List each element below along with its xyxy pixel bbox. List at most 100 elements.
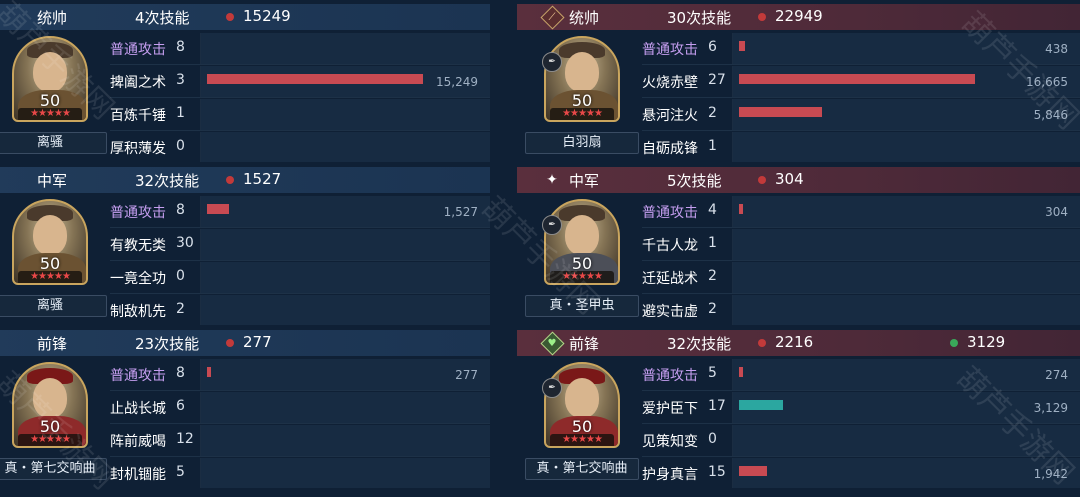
skill-name: 止战长城: [110, 401, 166, 417]
general-portrait[interactable]: 50 ★★★★★: [12, 36, 88, 126]
panel-header: 统帅 4次技能 15249: [0, 4, 490, 30]
gear-label[interactable]: 离骚: [0, 132, 107, 154]
gear-label[interactable]: 真・圣甲虫: [525, 295, 639, 317]
skill-row: 普通攻击 6 438: [642, 33, 1080, 65]
skill-uses: 4: [708, 202, 717, 218]
skill-list: 普通攻击 8 捭阖之术 3 15,249 百炼千锤 1 厚积薄发 0: [110, 33, 490, 162]
gear-label[interactable]: 白羽扇: [525, 132, 639, 154]
star-rating: ★★★★★: [18, 271, 82, 283]
face: [565, 378, 599, 418]
skill-value: 1,942: [1033, 467, 1068, 481]
gear-label[interactable]: 真・第七交响曲: [0, 458, 107, 480]
damage-bar: [739, 367, 743, 377]
skill-value: 438: [1045, 42, 1068, 56]
skill-bar-track: 3,129: [732, 392, 1080, 423]
skill-name: 迁延战术: [642, 271, 698, 287]
portrait-frame: 50 ★★★★★: [12, 36, 88, 122]
skill-bar-track: 277: [200, 359, 490, 390]
skill-uses: 17: [708, 398, 726, 414]
skill-uses: 0: [176, 268, 185, 284]
skill-name: 见策知变: [642, 434, 698, 450]
skill-bar-track: 274: [732, 359, 1080, 390]
skill-uses: 5: [708, 365, 717, 381]
heart-icon: ♥: [539, 330, 565, 356]
role-name: 前锋: [569, 335, 600, 353]
skill-value: 15,249: [436, 75, 478, 89]
skill-bar-track: [732, 425, 1080, 456]
skill-name: 普通攻击: [110, 368, 166, 384]
skill-name: 一竟全功: [110, 271, 166, 287]
skill-name: 护身真言: [642, 467, 698, 483]
skill-bar-track: [200, 295, 490, 325]
skill-name: 普通攻击: [642, 368, 698, 384]
role-name: 统帅: [569, 9, 600, 27]
skill-name: 封机锢能: [110, 467, 166, 483]
face: [565, 215, 599, 255]
skill-name: 制敌机先: [110, 304, 166, 320]
heal-total: 3129: [949, 333, 1006, 351]
heal-bar: [739, 400, 783, 410]
skill-uses: 2: [176, 301, 185, 317]
skill-bar-track: [732, 132, 1080, 162]
face: [33, 215, 67, 255]
skill-row: 护身真言 15 1,942: [642, 458, 1080, 488]
skill-uses: 15: [708, 464, 726, 480]
skill-bar-track: 5,846: [732, 99, 1080, 130]
damage-total: 2216: [757, 333, 814, 351]
skill-row: 厚积薄发 0: [110, 132, 490, 162]
skill-bar-track: [200, 229, 490, 260]
star-rating: ★★★★★: [18, 434, 82, 446]
skill-uses: 30: [176, 235, 194, 251]
general-panel: ♥ 前锋 32次技能 2216 3129 50 ★★★★★ ✒ 真・第七交响曲 …: [517, 326, 1080, 488]
skill-name: 有教无类: [110, 238, 166, 254]
skill-name: 自砺成锋: [642, 141, 698, 157]
skill-value: 1,527: [443, 205, 478, 219]
skill-bar-track: [200, 458, 490, 488]
damage-total: 1527: [225, 170, 282, 188]
portrait-frame: 50 ★★★★★: [12, 362, 88, 448]
scroll-icon: ✒: [542, 52, 562, 72]
gear-label[interactable]: 离骚: [0, 295, 107, 317]
skill-list: 普通攻击 4 304 千古人龙 1 迁延战术 2 避实击虚 2: [642, 196, 1080, 325]
skill-row: 迁延战术 2: [642, 262, 1080, 294]
skill-name: 普通攻击: [110, 42, 166, 58]
skill-bar-track: [732, 229, 1080, 260]
skill-uses: 2: [708, 268, 717, 284]
skill-bar-track: [732, 262, 1080, 293]
skill-count: 23次技能: [135, 335, 200, 353]
skill-bar-track: [200, 132, 490, 162]
skill-row: 普通攻击 5 274: [642, 359, 1080, 391]
star-rating: ★★★★★: [550, 434, 614, 446]
skill-row: 普通攻击 8 1,527: [110, 196, 490, 228]
skill-name: 普通攻击: [110, 205, 166, 221]
damage-total: 304: [758, 170, 804, 188]
skill-bar-track: [200, 33, 490, 64]
skill-name: 悬河注火: [642, 108, 698, 124]
gear-label[interactable]: 真・第七交响曲: [525, 458, 639, 480]
damage-total: 277: [226, 333, 272, 351]
skill-bar-track: 1,527: [200, 196, 490, 227]
panel-header: ✦ 中军 5次技能 304: [517, 167, 1080, 193]
general-portrait[interactable]: 50 ★★★★★ ✒: [542, 36, 620, 126]
general-portrait[interactable]: 50 ★★★★★: [12, 199, 88, 289]
skill-row: 百炼千锤 1: [110, 99, 490, 131]
sword-icon: ⟋: [539, 4, 565, 30]
general-portrait[interactable]: 50 ★★★★★ ✒: [542, 362, 620, 452]
scroll-icon: ✒: [542, 215, 562, 235]
role-name: 统帅: [37, 9, 68, 27]
skill-list: 普通攻击 8 1,527 有教无类 30 一竟全功 0 制敌机先 2: [110, 196, 490, 325]
skill-count: 5次技能: [667, 172, 722, 190]
skill-bar-track: 1,942: [732, 458, 1080, 488]
skill-name: 捭阖之术: [110, 75, 166, 91]
damage-bar: [207, 204, 229, 214]
skill-uses: 8: [176, 202, 185, 218]
skill-row: 封机锢能 5: [110, 458, 490, 488]
skill-list: 普通攻击 6 438 火烧赤壁 27 16,665 悬河注火 2 5,846 自…: [642, 33, 1080, 162]
general-portrait[interactable]: 50 ★★★★★ ✒: [542, 199, 620, 289]
skill-bar-track: [732, 295, 1080, 325]
star-rating: ★★★★★: [550, 108, 614, 120]
general-portrait[interactable]: 50 ★★★★★: [12, 362, 88, 452]
role-name: 前锋: [37, 335, 68, 353]
scroll-icon: ✒: [542, 378, 562, 398]
portrait-frame: 50 ★★★★★: [544, 36, 620, 122]
